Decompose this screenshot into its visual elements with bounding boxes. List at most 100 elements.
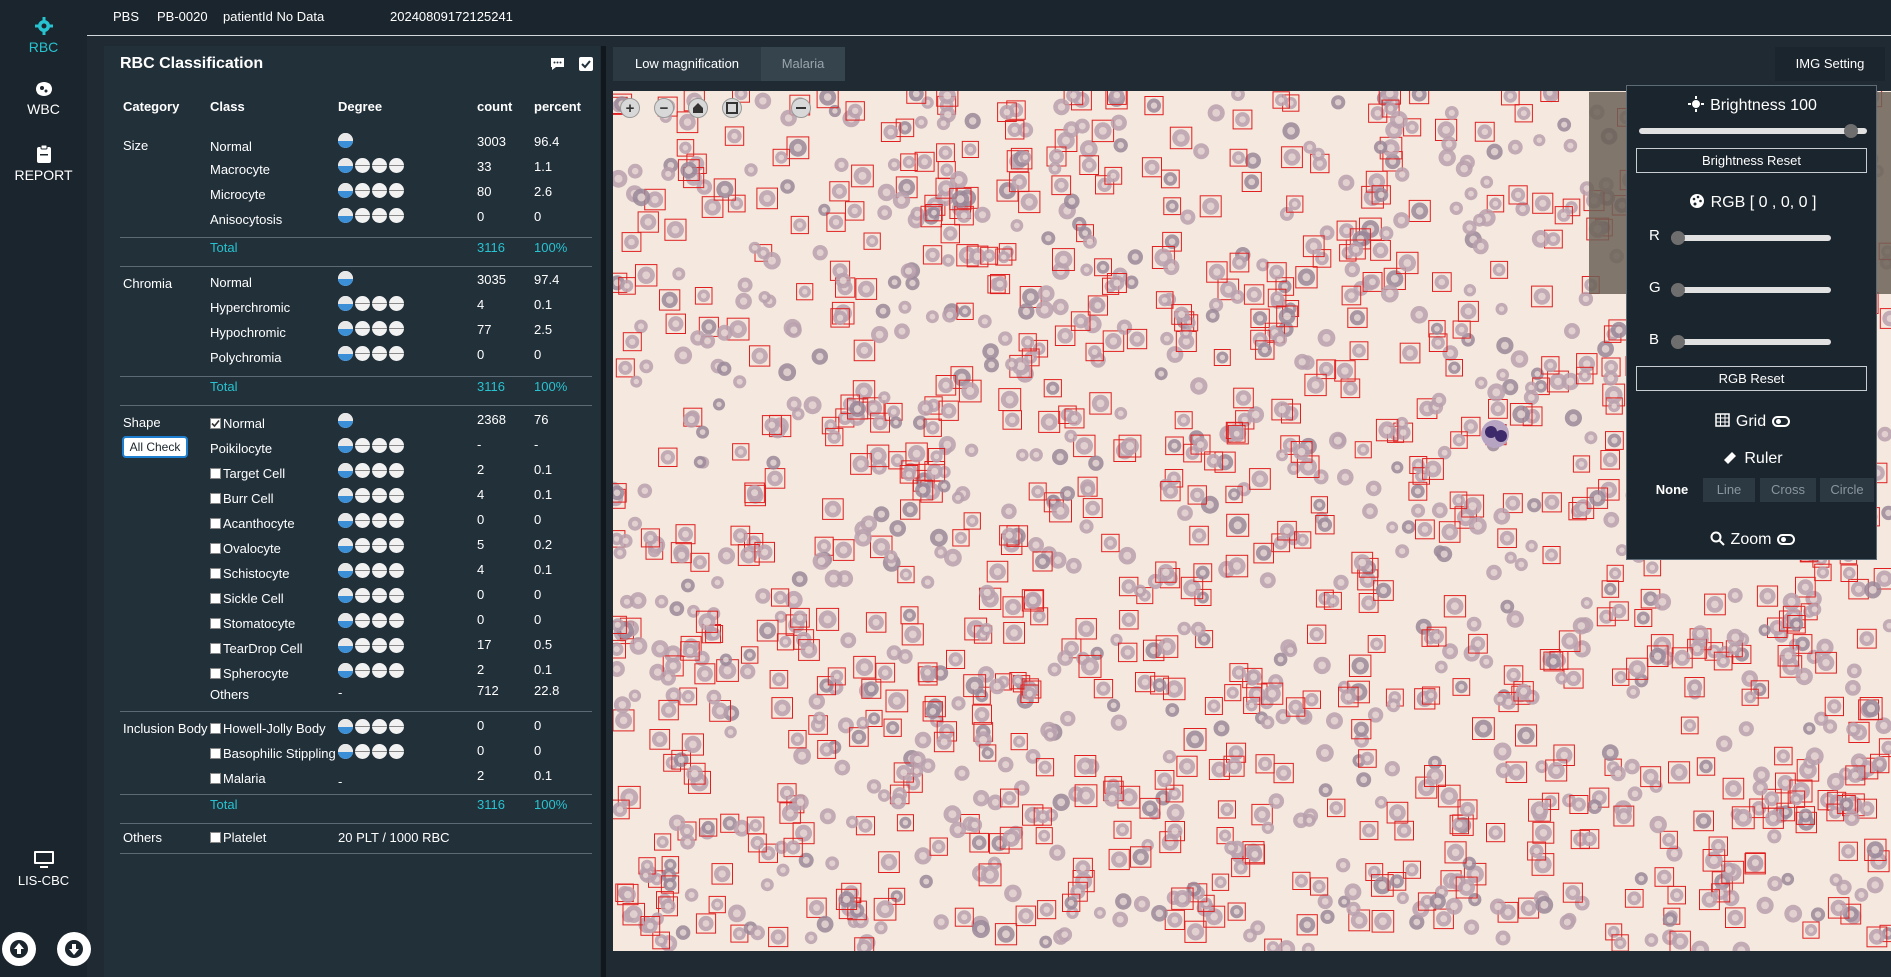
degree-level-icon[interactable] (338, 638, 353, 653)
degree-level-icon[interactable] (389, 613, 404, 628)
degree-level-icon[interactable] (372, 158, 387, 173)
zoom-in-button[interactable]: + (620, 98, 640, 118)
degree-selector[interactable] (338, 158, 404, 173)
degree-level-icon[interactable] (389, 488, 404, 503)
degree-selector[interactable] (338, 513, 404, 528)
row-checkbox[interactable] (210, 568, 221, 579)
degree-level-icon[interactable] (372, 208, 387, 223)
degree-level-icon[interactable] (338, 208, 353, 223)
degree-level-icon[interactable] (338, 538, 353, 553)
degree-level-icon[interactable] (355, 719, 370, 734)
class-label[interactable]: Basophilic Stippling (210, 746, 336, 761)
degree-level-icon[interactable] (338, 513, 353, 528)
degree-selector[interactable] (338, 588, 404, 603)
class-label[interactable]: Normal (210, 416, 265, 431)
degree-level-icon[interactable] (338, 346, 353, 361)
degree-selector[interactable] (338, 208, 404, 223)
degree-selector[interactable] (338, 613, 404, 628)
all-check-button[interactable]: All Check (122, 436, 188, 458)
degree-selector[interactable] (338, 321, 404, 336)
degree-level-icon[interactable] (338, 744, 353, 759)
row-checkbox[interactable] (210, 418, 221, 429)
class-label[interactable]: Acanthocyte (210, 516, 295, 531)
r-slider[interactable] (1671, 231, 1831, 245)
degree-selector[interactable] (338, 463, 404, 478)
grid-toggle[interactable] (1772, 416, 1791, 428)
g-slider-thumb[interactable] (1671, 283, 1685, 297)
degree-level-icon[interactable] (338, 613, 353, 628)
degree-level-icon[interactable] (338, 321, 353, 336)
degree-level-icon[interactable] (372, 719, 387, 734)
panel-divider[interactable] (601, 46, 606, 977)
rgb-reset-button[interactable]: RGB Reset (1636, 366, 1867, 391)
degree-level-icon[interactable] (338, 133, 353, 148)
row-checkbox[interactable] (210, 748, 221, 759)
degree-level-icon[interactable] (389, 563, 404, 578)
class-label[interactable]: Howell-Jolly Body (210, 721, 326, 736)
degree-level-icon[interactable] (389, 744, 404, 759)
degree-level-icon[interactable] (338, 588, 353, 603)
degree-level-icon[interactable] (389, 638, 404, 653)
img-setting-button[interactable]: IMG Setting (1775, 47, 1885, 81)
degree-level-icon[interactable] (372, 744, 387, 759)
degree-level-icon[interactable] (389, 513, 404, 528)
degree-level-icon[interactable] (355, 321, 370, 336)
degree-level-icon[interactable] (372, 588, 387, 603)
g-slider[interactable] (1671, 283, 1831, 297)
nav-item-report[interactable]: REPORT (0, 144, 87, 183)
degree-level-icon[interactable] (389, 183, 404, 198)
b-slider-thumb[interactable] (1671, 335, 1685, 349)
degree-level-icon[interactable] (389, 296, 404, 311)
degree-level-icon[interactable] (372, 513, 387, 528)
class-label[interactable]: Spherocyte (210, 666, 289, 681)
degree-level-icon[interactable] (355, 158, 370, 173)
degree-level-icon[interactable] (372, 563, 387, 578)
degree-level-icon[interactable] (338, 296, 353, 311)
degree-selector[interactable] (338, 663, 404, 678)
brightness-slider-thumb[interactable] (1844, 124, 1858, 138)
class-label[interactable]: Burr Cell (210, 491, 274, 506)
degree-level-icon[interactable] (338, 158, 353, 173)
degree-level-icon[interactable] (389, 719, 404, 734)
degree-selector[interactable] (338, 563, 404, 578)
row-checkbox[interactable] (210, 723, 221, 734)
degree-level-icon[interactable] (355, 296, 370, 311)
degree-level-icon[interactable] (372, 346, 387, 361)
degree-level-icon[interactable] (338, 413, 353, 428)
degree-level-icon[interactable] (389, 438, 404, 453)
row-checkbox[interactable] (210, 493, 221, 504)
degree-level-icon[interactable] (338, 271, 353, 286)
degree-level-icon[interactable] (355, 208, 370, 223)
degree-level-icon[interactable] (372, 183, 387, 198)
degree-level-icon[interactable] (389, 158, 404, 173)
confirm-check-icon[interactable] (579, 57, 593, 71)
class-label[interactable]: Malaria (210, 771, 266, 786)
class-label[interactable]: Target Cell (210, 466, 285, 481)
degree-level-icon[interactable] (355, 183, 370, 198)
degree-level-icon[interactable] (338, 563, 353, 578)
degree-level-icon[interactable] (389, 208, 404, 223)
ruler-option-none[interactable]: None (1647, 478, 1697, 502)
b-slider[interactable] (1671, 335, 1831, 349)
ruler-option-circle[interactable]: Circle (1820, 478, 1874, 502)
degree-level-icon[interactable] (372, 438, 387, 453)
degree-level-icon[interactable] (389, 538, 404, 553)
nav-item-wbc[interactable]: WBC (0, 80, 87, 117)
degree-selector[interactable] (338, 488, 404, 503)
degree-selector[interactable] (338, 538, 404, 553)
degree-level-icon[interactable] (338, 488, 353, 503)
class-label[interactable]: Schistocyte (210, 566, 289, 581)
degree-level-icon[interactable] (355, 613, 370, 628)
degree-level-icon[interactable] (355, 563, 370, 578)
degree-selector[interactable] (338, 271, 353, 286)
degree-selector[interactable] (338, 638, 404, 653)
degree-selector[interactable] (338, 413, 353, 428)
tab-low-magnification[interactable]: Low magnification (613, 47, 761, 81)
degree-level-icon[interactable] (338, 183, 353, 198)
tab-malaria[interactable]: Malaria (761, 47, 845, 81)
row-checkbox[interactable] (210, 668, 221, 679)
degree-level-icon[interactable] (389, 663, 404, 678)
degree-level-icon[interactable] (389, 463, 404, 478)
degree-level-icon[interactable] (372, 663, 387, 678)
degree-selector[interactable] (338, 346, 404, 361)
